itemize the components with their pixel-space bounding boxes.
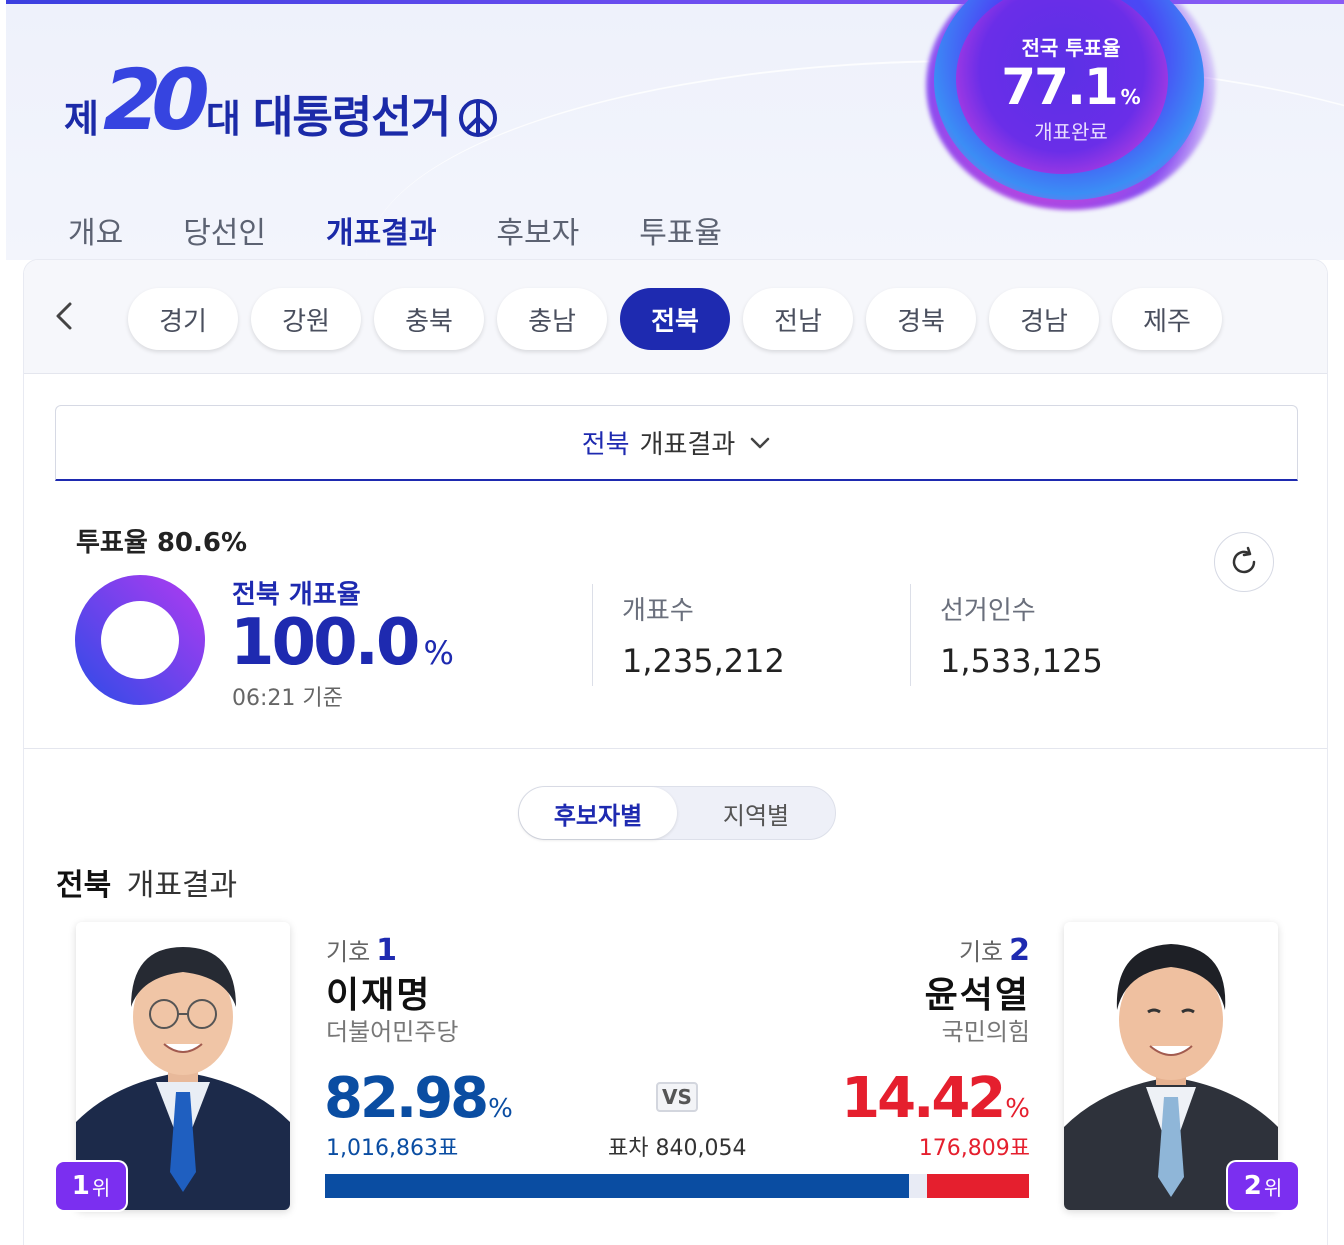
election-results-page: 제 20 대 대통령선거 전국 투표율 77.1% 개표완료 개요 당선인 개표… <box>6 0 1344 1245</box>
results-title-region: 전북 <box>56 868 112 903</box>
region-turnout-label: 투표율 <box>76 528 148 558</box>
tab-overview[interactable]: 개요 <box>68 208 123 262</box>
results-title-text: 개표결과 <box>126 868 238 903</box>
national-turnout-label: 전국 투표율 <box>1021 36 1121 60</box>
candidate-1-rank-badge: 1위 <box>56 1162 126 1210</box>
refresh-icon <box>1232 546 1256 574</box>
electorate-label: 선거인수 <box>940 596 1036 626</box>
candidate-2-rank-unit: 위 <box>1263 1175 1283 1200</box>
candidate-2-number-label: 기호 <box>958 938 1004 966</box>
vote-margin: 표차 840,054 <box>608 1136 747 1161</box>
dropdown-label: 개표결과 <box>639 430 736 460</box>
region-pill-jeonbuk[interactable]: 전북 <box>620 288 730 350</box>
candidate-1-percent-unit: % <box>488 1094 513 1124</box>
candidate-2-percent-value: 14.42 <box>841 1066 1006 1131</box>
election-logo[interactable]: 제 20 대 대통령선거 <box>64 52 498 142</box>
region-turnout-value: 80.6% <box>156 528 248 558</box>
chevron-left-icon[interactable] <box>50 296 80 336</box>
candidate-2-rank-badge: 2위 <box>1228 1162 1298 1210</box>
candidate-2-votes: 176,809표 <box>918 1136 1030 1161</box>
candidate-2-number: 기호 2 <box>959 932 1030 968</box>
logo-number: 20 <box>102 51 210 149</box>
stat-divider <box>592 584 593 686</box>
results-section-title: 전북 개표결과 <box>56 860 237 904</box>
national-turnout-number: 77.1 <box>1001 58 1118 116</box>
candidate-1-number-label: 기호 <box>326 938 371 966</box>
region-pill-gyeongnam[interactable]: 경남 <box>989 288 1099 350</box>
main-tabs: 개요 당선인 개표결과 후보자 투표율 <box>68 208 782 264</box>
refresh-button[interactable] <box>1214 532 1274 592</box>
candidate-2-number-value: 2 <box>1009 933 1030 968</box>
vs-badge: VS <box>656 1082 698 1112</box>
chevron-down-icon <box>751 437 770 448</box>
tab-winner[interactable]: 당선인 <box>183 208 266 262</box>
candidate-1-rank: 1 <box>71 1171 90 1201</box>
counted-label: 개표수 <box>622 596 694 626</box>
view-toggle: 후보자별 지역별 <box>518 786 836 840</box>
candidate-1-number: 기호 1 <box>326 932 397 968</box>
count-rate-arc <box>75 575 205 705</box>
candidate-1-party: 더불어민주당 <box>326 1018 459 1046</box>
logo-suffix: 대 <box>205 97 241 141</box>
ballot-stamp-icon <box>459 99 498 137</box>
region-pill-chungbuk[interactable]: 충북 <box>374 288 484 350</box>
counted-value: 1,235,212 <box>622 642 785 680</box>
candidate-2-percent: 14.42% <box>841 1066 1030 1131</box>
tab-candidates[interactable]: 후보자 <box>496 208 579 262</box>
region-pill-gangwon[interactable]: 강원 <box>251 288 361 350</box>
logo-prefix: 제 <box>64 97 99 141</box>
national-turnout-unit: % <box>1120 85 1141 109</box>
toggle-by-region[interactable]: 지역별 <box>677 787 835 839</box>
count-timestamp: 06:21 기준 <box>232 686 343 711</box>
section-divider <box>24 748 1327 749</box>
stat-divider <box>910 584 911 686</box>
candidate-1-name: 이재명 <box>326 975 432 1016</box>
candidate-1-percent-value: 82.98 <box>324 1066 489 1131</box>
region-pill-jeju[interactable]: 제주 <box>1112 288 1222 350</box>
candidate-1-share-bar <box>325 1174 909 1198</box>
candidate-2-rank: 2 <box>1243 1171 1262 1201</box>
national-turnout-value: 77.1% <box>926 58 1216 116</box>
region-pill-gyeonggi[interactable]: 경기 <box>128 288 238 350</box>
candidate-1-number-value: 1 <box>376 933 398 968</box>
region-pill-jeonnam[interactable]: 전남 <box>743 288 853 350</box>
results-card: 경기 강원 충북 충남 전북 전남 경북 경남 제주 전북 개표결과 투표율 8… <box>24 260 1327 1245</box>
region-list: 경기 강원 충북 충남 전북 전남 경북 경남 제주 <box>128 288 1235 350</box>
candidate-2-share-bar <box>927 1174 1029 1198</box>
candidate-2-name: 윤석열 <box>924 975 1030 1016</box>
count-rate-donut <box>75 575 205 705</box>
tab-count-results[interactable]: 개표결과 <box>326 208 437 264</box>
candidate-2-percent-unit: % <box>1005 1094 1030 1124</box>
region-results-dropdown[interactable]: 전북 개표결과 <box>55 405 1298 481</box>
region-selector-bar: 경기 강원 충북 충남 전북 전남 경북 경남 제주 <box>24 260 1327 374</box>
candidate-1-percent: 82.98% <box>324 1066 513 1131</box>
national-turnout-badge: 전국 투표율 77.1% 개표완료 <box>926 0 1226 210</box>
other-share-bar <box>909 1174 927 1198</box>
vote-share-bar <box>325 1174 1029 1198</box>
logo-title: 대통령선거 <box>252 92 451 143</box>
electorate-value: 1,533,125 <box>940 642 1103 680</box>
candidate-2-party: 국민의힘 <box>941 1018 1030 1046</box>
count-rate-value: 100.0% <box>230 606 454 680</box>
count-rate-number: 100.0 <box>230 606 420 680</box>
candidate-1-rank-unit: 위 <box>91 1175 111 1200</box>
dropdown-region: 전북 <box>581 430 630 460</box>
region-pill-gyeongbuk[interactable]: 경북 <box>866 288 976 350</box>
candidate-1-votes: 1,016,863표 <box>326 1136 459 1161</box>
national-turnout-status: 개표완료 <box>1034 120 1108 144</box>
region-turnout: 투표율 80.6% <box>76 522 247 559</box>
tab-turnout[interactable]: 투표율 <box>639 208 722 262</box>
region-pill-chungnam[interactable]: 충남 <box>497 288 607 350</box>
count-rate-unit: % <box>423 634 454 672</box>
toggle-by-candidate[interactable]: 후보자별 <box>519 787 677 839</box>
